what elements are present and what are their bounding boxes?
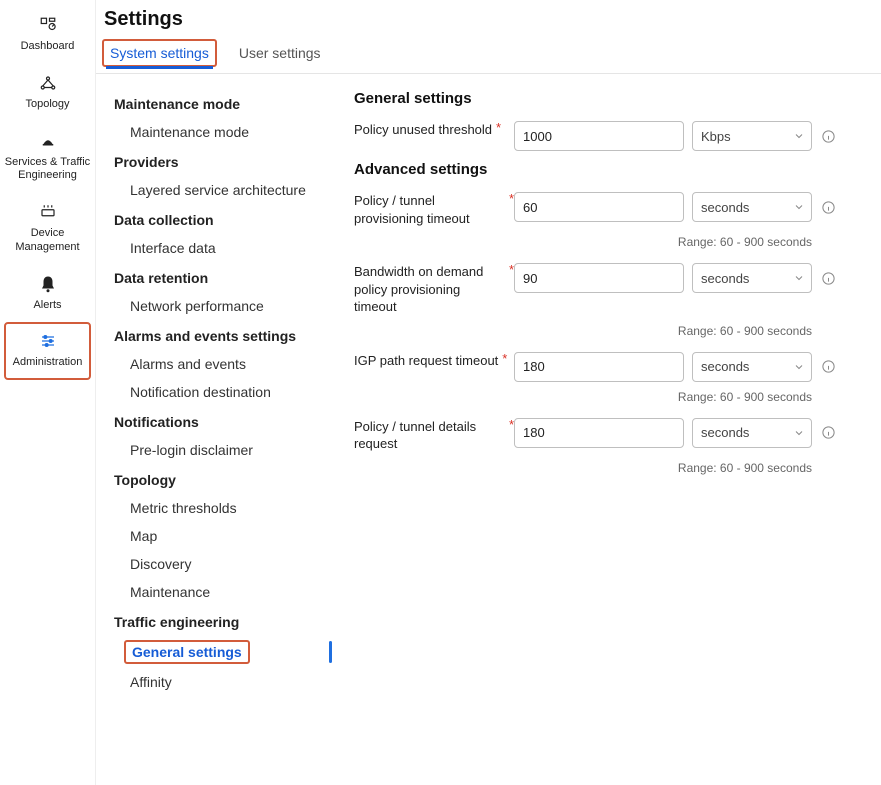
sn-map[interactable]: Map	[114, 522, 326, 550]
input-policy-unused-threshold[interactable]	[514, 121, 684, 151]
sn-prelogin-disclaimer[interactable]: Pre-login disclaimer	[114, 436, 326, 464]
input-details-request[interactable]	[514, 418, 684, 448]
select-details-request-unit[interactable]: seconds	[692, 418, 812, 448]
section-general: General settings	[354, 90, 863, 107]
label-details-request: Policy / tunnel details request	[354, 418, 505, 453]
sn-header-traffic-engineering: Traffic engineering	[114, 606, 326, 636]
rail-device[interactable]: Device Management	[0, 193, 95, 265]
sn-general-settings[interactable]: General settings	[124, 640, 250, 664]
sn-header-alarms-events: Alarms and events settings	[114, 320, 326, 350]
info-icon[interactable]	[820, 425, 836, 441]
select-provisioning-timeout-unit[interactable]: seconds	[692, 192, 812, 222]
rail-dashboard-label: Dashboard	[21, 40, 75, 54]
tab-user-settings[interactable]: User settings	[237, 39, 323, 67]
hint-igp-timeout: Range: 60 - 900 seconds	[354, 390, 812, 404]
unit-label: seconds	[701, 425, 749, 440]
select-bod-timeout-unit[interactable]: seconds	[692, 263, 812, 293]
rail-alerts[interactable]: Alerts	[0, 265, 95, 323]
required-marker: *	[502, 352, 507, 365]
info-icon[interactable]	[820, 270, 836, 286]
settings-form: General settings Policy unused threshold…	[336, 74, 881, 785]
label-igp-timeout: IGP path request timeout	[354, 352, 498, 370]
unit-label: Kbps	[701, 129, 731, 144]
sn-maintenance-mode[interactable]: Maintenance mode	[114, 118, 326, 146]
hint-details-request: Range: 60 - 900 seconds	[354, 461, 812, 475]
sn-layered-service[interactable]: Layered service architecture	[114, 176, 326, 204]
alerts-icon	[37, 273, 59, 295]
sn-affinity[interactable]: Affinity	[114, 668, 326, 696]
unit-label: seconds	[701, 359, 749, 374]
settings-sidenav: Maintenance mode Maintenance mode Provid…	[96, 74, 336, 785]
sn-notification-destination[interactable]: Notification destination	[114, 378, 326, 406]
input-bod-timeout[interactable]	[514, 263, 684, 293]
label-bod-timeout: Bandwidth on demand policy provisioning …	[354, 263, 505, 316]
left-rail: Dashboard Topology Services & Traffic En…	[0, 0, 96, 785]
unit-label: seconds	[701, 271, 749, 286]
administration-icon	[37, 330, 59, 352]
sn-header-data-collection: Data collection	[114, 204, 326, 234]
section-advanced: Advanced settings	[354, 161, 863, 178]
select-policy-unused-threshold-unit[interactable]: Kbps	[692, 121, 812, 151]
hint-provisioning-timeout: Range: 60 - 900 seconds	[354, 235, 812, 249]
label-provisioning-timeout: Policy / tunnel provisioning timeout	[354, 192, 505, 227]
sn-header-notifications: Notifications	[114, 406, 326, 436]
sn-header-topology: Topology	[114, 464, 326, 494]
tab-system-settings[interactable]: System settings	[102, 39, 217, 67]
sn-maintenance[interactable]: Maintenance	[114, 578, 326, 606]
sn-metric-thresholds[interactable]: Metric thresholds	[114, 494, 326, 522]
topology-icon	[37, 72, 59, 94]
input-igp-timeout[interactable]	[514, 352, 684, 382]
chevron-down-icon	[793, 130, 805, 142]
services-icon	[37, 130, 59, 152]
rail-admin-label: Administration	[13, 356, 83, 370]
device-icon	[37, 201, 59, 223]
sn-alarms-events[interactable]: Alarms and events	[114, 350, 326, 378]
chevron-down-icon	[793, 272, 805, 284]
unit-label: seconds	[701, 200, 749, 215]
rail-dashboard[interactable]: Dashboard	[0, 6, 95, 64]
select-igp-timeout-unit[interactable]: seconds	[692, 352, 812, 382]
sn-discovery[interactable]: Discovery	[114, 550, 326, 578]
active-indicator	[329, 641, 332, 663]
hint-bod-timeout: Range: 60 - 900 seconds	[354, 324, 812, 338]
tabs: System settings User settings	[96, 39, 881, 74]
info-icon[interactable]	[820, 199, 836, 215]
info-icon[interactable]	[820, 359, 836, 375]
chevron-down-icon	[793, 361, 805, 373]
rail-device-label: Device Management	[4, 227, 91, 255]
rail-alerts-label: Alerts	[33, 299, 61, 313]
rail-services-label: Services & Traffic Engineering	[4, 156, 91, 184]
info-icon[interactable]	[820, 128, 836, 144]
rail-topology[interactable]: Topology	[0, 64, 95, 122]
rail-services[interactable]: Services & Traffic Engineering	[0, 122, 95, 194]
dashboard-icon	[37, 14, 59, 36]
chevron-down-icon	[793, 427, 805, 439]
sn-header-maintenance-mode: Maintenance mode	[114, 88, 326, 118]
rail-administration[interactable]: Administration	[4, 322, 91, 380]
required-marker: *	[496, 121, 501, 134]
page-title: Settings	[96, 0, 881, 39]
sn-interface-data[interactable]: Interface data	[114, 234, 326, 262]
rail-topology-label: Topology	[25, 98, 69, 112]
input-provisioning-timeout[interactable]	[514, 192, 684, 222]
label-policy-unused-threshold: Policy unused threshold	[354, 121, 492, 139]
sn-network-performance[interactable]: Network performance	[114, 292, 326, 320]
chevron-down-icon	[793, 201, 805, 213]
sn-header-data-retention: Data retention	[114, 262, 326, 292]
sn-header-providers: Providers	[114, 146, 326, 176]
